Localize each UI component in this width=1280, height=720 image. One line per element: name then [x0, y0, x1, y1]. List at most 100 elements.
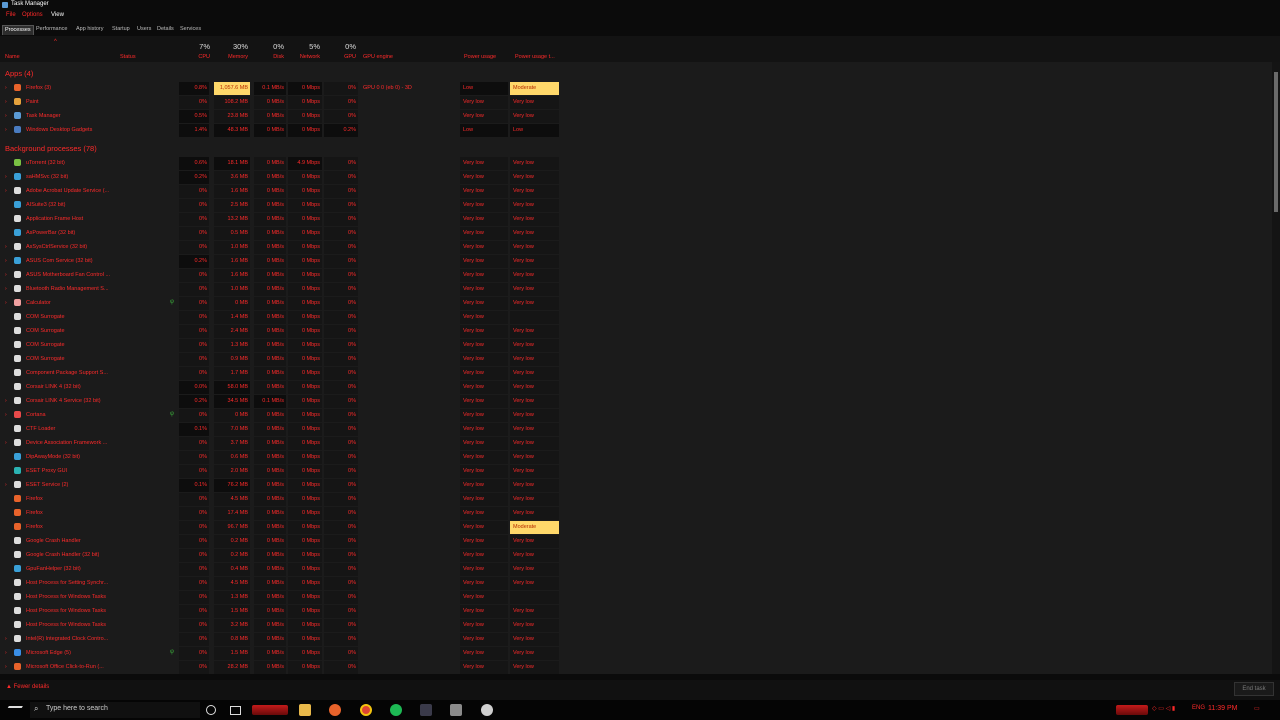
expand-chevron-icon[interactable]: › — [5, 650, 7, 656]
process-row[interactable]: CTF Loader 0.1% 7.0 MB 0 MB/s 0 Mbps 0% Very l… — [0, 423, 1272, 436]
cortana-icon[interactable] — [206, 705, 216, 715]
process-row[interactable]: ESET Proxy GUI 0% 2.0 MB 0 MB/s 0 Mbps 0% Very… — [0, 465, 1272, 478]
process-row[interactable]: Google Crash Handler 0% 0.2 MB 0 MB/s 0 Mbps… — [0, 535, 1272, 548]
gadget-app-icon[interactable] — [420, 704, 432, 716]
start-icon[interactable] — [3, 706, 23, 716]
col-gpu[interactable]: GPU — [330, 54, 356, 60]
expand-chevron-icon[interactable]: › — [5, 127, 7, 133]
expand-chevron-icon[interactable]: › — [5, 398, 7, 404]
tab-details[interactable]: Details — [155, 25, 176, 34]
settings-taskbar-icon[interactable] — [481, 704, 493, 716]
task-manager-taskbar-icon[interactable] — [450, 704, 462, 716]
expand-chevron-icon[interactable]: › — [5, 636, 7, 642]
chrome-icon[interactable] — [360, 704, 372, 716]
process-row[interactable]: › Firefox (3) 0.8% 1,057.6 MB 0.1 MB/s 0 Mbps… — [0, 82, 1272, 95]
process-row[interactable]: Application Frame Host 0% 13.2 MB 0 MB/s 0 M… — [0, 213, 1272, 226]
process-row[interactable]: › Calculator φ 0% 0 MB 0 MB/s 0 Mbps 0% Very low… — [0, 297, 1272, 310]
expand-chevron-icon[interactable]: › — [5, 664, 7, 670]
expand-chevron-icon[interactable]: › — [5, 99, 7, 105]
col-name[interactable]: Name — [5, 54, 20, 60]
tab-performance[interactable]: Performance — [34, 25, 70, 34]
expand-chevron-icon[interactable]: › — [5, 440, 7, 446]
col-network[interactable]: Network — [290, 54, 320, 60]
vertical-scrollbar[interactable] — [1272, 62, 1280, 674]
end-task-button[interactable]: End task — [1234, 682, 1274, 696]
tray-app-red-icon[interactable] — [1116, 705, 1148, 715]
col-memory[interactable]: Memory — [216, 54, 248, 60]
process-row[interactable]: › Windows Desktop Gadgets 1.4% 48.3 MB 0 MB/… — [0, 124, 1272, 137]
process-row[interactable]: Host Process for Windows Tasks 0% 3.2 MB 0 … — [0, 619, 1272, 632]
taskbar-app-red-icon[interactable] — [252, 705, 288, 715]
firefox-icon[interactable] — [329, 704, 341, 716]
process-row[interactable]: › Intel(R) Integrated Clock Contro... 0% 0.… — [0, 633, 1272, 646]
col-power-usage[interactable]: Power usage — [464, 54, 496, 60]
process-row[interactable]: › AsSysCtrlService (32 bit) 0% 1.0 MB 0 MB/s… — [0, 241, 1272, 254]
process-row[interactable]: › Microsoft Edge (5) φ 0% 1.5 MB 0 MB/s 0 Mbps… — [0, 647, 1272, 660]
process-row[interactable]: COM Surrogate 0% 1.3 MB 0 MB/s 0 Mbps 0% Very … — [0, 339, 1272, 352]
expand-chevron-icon[interactable]: › — [5, 174, 7, 180]
menu-file[interactable]: File — [6, 12, 16, 18]
tab-users[interactable]: Users — [135, 25, 153, 34]
tab-startup[interactable]: Startup — [110, 25, 132, 34]
process-row[interactable]: › ASUS Com Service (32 bit) 0.2% 1.6 MB 0 MB… — [0, 255, 1272, 268]
col-cpu[interactable]: CPU — [186, 54, 210, 60]
expand-chevron-icon[interactable]: › — [5, 412, 7, 418]
process-row[interactable]: › Bluetooth Radio Management S... 0% 1.0 MB… — [0, 283, 1272, 296]
file-explorer-icon[interactable] — [299, 704, 311, 716]
process-row[interactable]: AISuite3 (32 bit) 0% 2.5 MB 0 MB/s 0 Mbps 0% V… — [0, 199, 1272, 212]
process-row[interactable]: Firefox 0% 17.4 MB 0 MB/s 0 Mbps 0% Very low Ve… — [0, 507, 1272, 520]
process-row[interactable]: › Corsair LINK 4 Service (32 bit) 0.2% 34.5… — [0, 395, 1272, 408]
expand-chevron-icon[interactable]: › — [5, 258, 7, 264]
group-apps[interactable]: Apps (4) — [5, 69, 33, 78]
process-row[interactable]: AsPowerBar (32 bit) 0% 0.5 MB 0 MB/s 0 Mbps 0… — [0, 227, 1272, 240]
process-row[interactable]: › ESET Service (2) 0.1% 76.2 MB 0 MB/s 0 Mbps… — [0, 479, 1272, 492]
tab-services[interactable]: Services — [178, 25, 203, 34]
task-view-icon[interactable] — [230, 706, 241, 715]
col-power-usage-trend[interactable]: Power usage t... — [515, 54, 555, 60]
expand-chevron-icon[interactable]: › — [5, 85, 7, 91]
process-row[interactable]: COM Surrogate 0% 0.9 MB 0 MB/s 0 Mbps 0% Very … — [0, 353, 1272, 366]
notification-icon[interactable]: ▭ — [1254, 705, 1260, 712]
process-row[interactable]: Host Process for Windows Tasks 0% 1.3 MB 0 … — [0, 591, 1272, 604]
col-status[interactable]: Status — [120, 54, 136, 60]
process-row[interactable]: Host Process for Setting Synchr... 0% 4.5 … — [0, 577, 1272, 590]
process-row[interactable]: Google Crash Handler (32 bit) 0% 0.2 MB 0 M… — [0, 549, 1272, 562]
expand-chevron-icon[interactable]: › — [5, 188, 7, 194]
process-row[interactable]: › saHMSvc (32 bit) 0.2% 3.6 MB 0 MB/s 0 Mbps 0… — [0, 171, 1272, 184]
tab-app-history[interactable]: App history — [74, 25, 106, 34]
tab-processes[interactable]: Processes — [2, 25, 34, 35]
process-row[interactable]: Firefox 0% 4.5 MB 0 MB/s 0 Mbps 0% Very low Ver… — [0, 493, 1272, 506]
expand-chevron-icon[interactable]: › — [5, 286, 7, 292]
menu-view[interactable]: View — [51, 12, 64, 18]
clock[interactable]: 11:39 PM — [1208, 705, 1237, 712]
expand-chevron-icon[interactable]: › — [5, 482, 7, 488]
process-row[interactable]: uTorrent (32 bit) 0.6% 18.1 MB 0 MB/s 4.9 Mb… — [0, 157, 1272, 170]
process-row[interactable]: GpuFanHelper (32 bit) 0% 0.4 MB 0 MB/s 0 Mbp… — [0, 563, 1272, 576]
process-row[interactable]: › Microsoft Office Click-to-Run (... 0% 28.… — [0, 661, 1272, 674]
process-row[interactable]: Corsair LINK 4 (32 bit) 0.0% 58.0 MB 0 MB/s… — [0, 381, 1272, 394]
process-row[interactable]: › Task Manager 0.5% 23.8 MB 0 MB/s 0 Mbps 0% Ve… — [0, 110, 1272, 123]
process-row[interactable]: › ASUS Motherboard Fan Control ... 0% 1.6 M… — [0, 269, 1272, 282]
col-gpu-engine[interactable]: GPU engine — [363, 54, 393, 60]
process-row[interactable]: DipAwayMode (32 bit) 0% 0.6 MB 0 MB/s 0 Mbps… — [0, 451, 1272, 464]
process-row[interactable]: › Paint 0% 108.2 MB 0 MB/s 0 Mbps 0% Very low Ve… — [0, 96, 1272, 109]
expand-chevron-icon[interactable]: › — [5, 272, 7, 278]
fewer-details-link[interactable]: ▲ Fewer details — [6, 684, 49, 690]
expand-chevron-icon[interactable]: › — [5, 113, 7, 119]
process-row[interactable]: › Cortana φ 0% 0 MB 0 MB/s 0 Mbps 0% Very low Ver… — [0, 409, 1272, 422]
process-row[interactable]: › Adobe Acrobat Update Service (... 0% 1.6 … — [0, 185, 1272, 198]
language-indicator[interactable]: ENG — [1192, 705, 1205, 711]
process-row[interactable]: COM Surrogate 0% 2.4 MB 0 MB/s 0 Mbps 0% Very … — [0, 325, 1272, 338]
menu-options[interactable]: Options — [22, 12, 43, 18]
group-background[interactable]: Background processes (78) — [5, 144, 97, 153]
process-row[interactable]: Firefox 0% 96.7 MB 0 MB/s 0 Mbps 0% Very low Mo… — [0, 521, 1272, 534]
tray-icons[interactable]: ◇ ▭ ◁ ▮ — [1152, 705, 1175, 712]
scrollbar-thumb[interactable] — [1274, 72, 1278, 212]
spotify-icon[interactable] — [390, 704, 402, 716]
process-row[interactable]: › Device Association Framework ... 0% 3.7 M… — [0, 437, 1272, 450]
expand-chevron-icon[interactable]: › — [5, 300, 7, 306]
process-row[interactable]: COM Surrogate 0% 1.4 MB 0 MB/s 0 Mbps 0% Very … — [0, 311, 1272, 324]
col-disk[interactable]: Disk — [258, 54, 284, 60]
expand-chevron-icon[interactable]: › — [5, 244, 7, 250]
process-row[interactable]: Component Package Support S... 0% 1.7 MB 0 … — [0, 367, 1272, 380]
